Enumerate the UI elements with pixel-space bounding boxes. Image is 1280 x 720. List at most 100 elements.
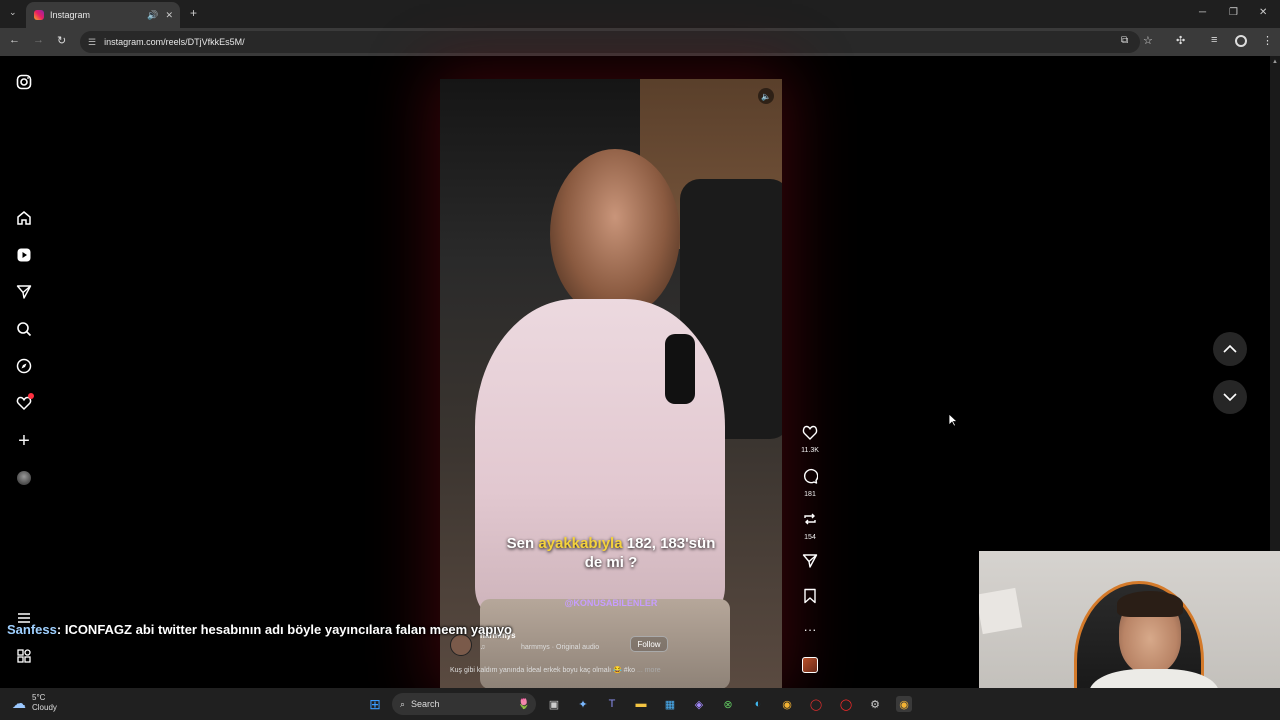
taskbar-search[interactable]: ⌕ Search 🌷 <box>392 693 536 715</box>
app-purple-icon[interactable]: ◈ <box>691 696 707 712</box>
install-app-icon[interactable]: ⧉ <box>1121 35 1128 46</box>
opera-icon[interactable]: ◯ <box>838 696 854 712</box>
scroll-up-icon[interactable]: ▲ <box>1272 59 1278 65</box>
notification-dot <box>28 393 34 399</box>
copilot-icon[interactable]: ✦ <box>575 696 591 712</box>
save-action[interactable] <box>798 588 822 608</box>
repost-count: 154 <box>804 534 816 541</box>
previous-reel-button[interactable] <box>1213 332 1247 366</box>
video-subtitle: Sen ayakkabıyla 182, 183'sün de mi ? <box>440 534 782 572</box>
audio-thumbnail[interactable] <box>798 657 822 673</box>
messages-icon[interactable] <box>15 283 33 301</box>
tab-close-icon[interactable]: ✕ <box>165 10 173 21</box>
reload-icon[interactable]: ↻ <box>57 34 66 47</box>
comment-action[interactable]: 181 <box>798 468 822 498</box>
more-options-icon[interactable]: ··· <box>798 622 822 637</box>
site-info-icon[interactable]: ☰ <box>88 37 96 48</box>
like-count: 11.3K <box>801 447 819 454</box>
chrome-icon[interactable]: ◉ <box>779 696 795 712</box>
comment-icon[interactable] <box>798 468 822 488</box>
subtitle-text-post: 182, 183'sün <box>622 535 716 552</box>
media-control-icon[interactable]: ≡ <box>1211 34 1217 46</box>
heart-icon[interactable] <box>798 425 822 444</box>
subtitle-line-2: de mi ? <box>584 554 638 571</box>
windows-taskbar: ☁ 5°C Cloudy ⊞ ⌕ Search 🌷 ▣ ✦ T ▬ ▦ ◈ ⊗ … <box>0 688 1280 720</box>
comment-count: 181 <box>804 491 816 498</box>
extensions-icon[interactable]: ✣ <box>1176 34 1185 47</box>
cloud-icon: ☁ <box>12 695 26 711</box>
webcam-background-object <box>979 587 1023 635</box>
store-icon[interactable]: ▦ <box>662 696 678 712</box>
taskbar-search-label: Search <box>411 699 440 709</box>
explore-icon[interactable] <box>15 357 33 375</box>
follow-button[interactable]: Follow <box>630 636 668 652</box>
new-tab-icon[interactable]: + <box>190 6 197 20</box>
back-icon[interactable]: ← <box>9 34 20 46</box>
bookmark-star-icon[interactable]: ☆ <box>1143 34 1153 47</box>
like-action[interactable]: 11.3K <box>798 425 822 454</box>
chrome-active-icon[interactable]: ◉ <box>896 696 912 712</box>
weather-condition: Cloudy <box>32 703 57 712</box>
also-from-meta-icon[interactable] <box>15 647 33 665</box>
instagram-favicon-icon <box>34 10 44 20</box>
teams-icon[interactable]: T <box>604 696 620 712</box>
repost-action[interactable]: 154 <box>798 511 822 541</box>
weather-widget[interactable]: ☁ 5°C Cloudy <box>12 693 57 713</box>
browser-menu-icon[interactable]: ⋮ <box>1262 34 1273 47</box>
profile-avatar[interactable] <box>15 469 33 487</box>
person-head <box>550 149 680 319</box>
tab-instagram[interactable]: Instagram 🔊 ✕ <box>26 2 180 28</box>
instagram-logo-icon[interactable] <box>15 73 33 91</box>
url-text[interactable]: instagram.com/reels/DTjVfkkEs5M/ <box>104 37 245 47</box>
repost-icon[interactable] <box>798 511 822 531</box>
stream-chat-message: Sanfess: ICONFAGZ abi twitter hesabının … <box>7 622 512 637</box>
mute-toggle-icon[interactable]: 🔈 <box>758 88 774 104</box>
bookmark-icon[interactable] <box>798 588 822 608</box>
start-windows-icon[interactable]: ⊞ <box>367 696 383 712</box>
mouse-cursor-icon <box>948 413 959 432</box>
home-icon[interactable] <box>15 209 33 227</box>
person-pants <box>480 599 730 688</box>
next-reel-button[interactable] <box>1213 380 1247 414</box>
author-avatar[interactable] <box>450 634 472 656</box>
brand-watermark: @KONUSABILENLER <box>564 598 658 608</box>
xbox-icon[interactable]: ⊗ <box>720 696 736 712</box>
url-omnibox[interactable]: ☰ instagram.com/reels/DTjVfkkEs5M/ <box>80 31 1140 53</box>
audio-label[interactable]: harmmys · Original audio <box>521 644 599 651</box>
reel-video[interactable]: 🔈 Sen ayakkabıyla 182, 183'sün de mi ? @… <box>440 79 782 688</box>
share-action[interactable] <box>798 553 822 573</box>
subtitle-text-pre: Sen <box>506 535 539 552</box>
notifications-icon[interactable] <box>15 393 34 412</box>
subtitle-highlight: ayakkabıyla <box>538 535 623 552</box>
browser-tab-bar: ⌄ Instagram 🔊 ✕ + ─ ❐ ✕ <box>0 0 1280 28</box>
chat-username: Sanfess <box>7 622 57 637</box>
caption-more-link[interactable]: ... more <box>637 667 661 674</box>
tab-title: Instagram <box>50 10 91 20</box>
create-icon[interactable]: + <box>15 430 33 452</box>
profile-icon[interactable] <box>1235 35 1247 47</box>
address-bar-row: ← → ↻ ☰ instagram.com/reels/DTjVfkkEs5M/… <box>0 28 1280 56</box>
weather-temperature: 5°C <box>32 693 46 702</box>
search-icon[interactable] <box>15 320 33 338</box>
tab-search-icon[interactable]: ⌄ <box>9 7 17 18</box>
search-highlight-icon: 🌷 <box>517 698 530 710</box>
reels-icon[interactable] <box>15 246 33 264</box>
restore-icon[interactable]: ❐ <box>1229 7 1238 18</box>
minimize-icon[interactable]: ─ <box>1199 7 1206 18</box>
chat-text: : ICONFAGZ abi twitter hesabının adı böy… <box>56 622 513 637</box>
microphone <box>665 334 695 404</box>
close-window-icon[interactable]: ✕ <box>1259 7 1267 18</box>
tab-audio-icon[interactable]: 🔊 <box>147 10 158 21</box>
file-explorer-icon[interactable]: ▬ <box>633 696 649 712</box>
taskbar-search-icon: ⌕ <box>400 698 406 709</box>
forward-icon[interactable]: → <box>33 34 44 46</box>
settings-gear-icon[interactable]: ⚙ <box>867 696 883 712</box>
streamer-hair <box>1117 591 1183 617</box>
reel-caption[interactable]: Kuş gibi kaldım yanında İdeal erkek boyu… <box>450 666 661 674</box>
share-icon[interactable] <box>798 553 822 573</box>
music-note-icon: ♫ <box>480 644 486 651</box>
caption-text: Kuş gibi kaldım yanında İdeal erkek boyu… <box>450 667 635 674</box>
task-view-icon[interactable]: ▣ <box>546 696 562 712</box>
edge-icon[interactable]: ◐ <box>750 696 766 712</box>
opera-gx-icon[interactable]: ◯ <box>808 696 824 712</box>
